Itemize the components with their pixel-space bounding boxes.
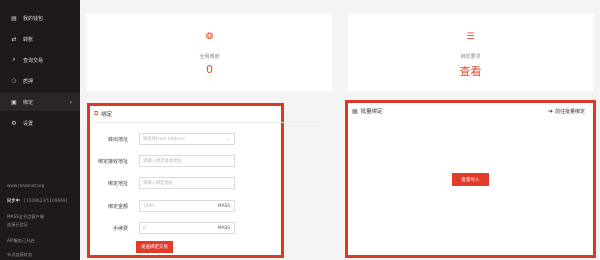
sidebar-item-transfer[interactable]: ⇄ 转账: [0, 30, 80, 48]
sidebar-item-settings[interactable]: ⚙ 设置: [0, 114, 80, 132]
sidebar-item-label: 转账: [23, 36, 34, 43]
node-info-line: 节点连接状态: [7, 252, 33, 257]
sync-status-label: 同步中: [7, 199, 20, 204]
bind-panel-header: ⧉ 绑定: [90, 106, 112, 122]
batch-bind-panel: ▦ 批量绑定 ➔ 前往批量绑定 批量导入: [345, 100, 596, 258]
sidebar-item-query[interactable]: ⌕ 查询交易: [0, 51, 80, 69]
from-address-select[interactable]: 请选择From Address ⌄: [139, 133, 235, 145]
chevron-down-icon: ⌄: [225, 136, 230, 142]
fee-label: 手续费: [112, 225, 128, 232]
difficulty-icon: ❂: [205, 32, 214, 42]
document-icon: ☰: [466, 32, 475, 42]
receive-address-input[interactable]: 请输入绑定接收地址: [139, 155, 235, 167]
node-info-line: MASS全节点客户端: [7, 214, 44, 219]
bind-amount-input[interactable]: 1000 MASS: [139, 200, 235, 212]
node-info-line: 连接已验证: [7, 222, 28, 227]
transfer-icon: ⇄: [11, 35, 17, 43]
receive-address-placeholder: 请输入绑定接收地址: [143, 159, 182, 164]
fee-placeholder: 0: [143, 225, 146, 231]
difficulty-value: 0: [206, 63, 213, 76]
wallet-icon: ▤: [11, 14, 17, 22]
from-address-label: 转出地址: [107, 136, 128, 143]
sidebar-item-label: 设置: [23, 120, 34, 127]
bind-panel-icon: ⧉: [94, 110, 99, 117]
from-address-placeholder: 请选择From Address: [143, 137, 186, 142]
arrow-right-circle-icon: ➔: [547, 108, 553, 115]
goto-batch-bind-label: 前往批量绑定: [554, 109, 585, 115]
binding-icon: ▣: [11, 98, 17, 106]
staking-icon: ⚆: [11, 77, 17, 85]
gear-icon: ⚙: [11, 119, 17, 127]
chevron-right-icon: ›: [69, 98, 72, 106]
bind-amount-unit: MASS: [217, 203, 230, 209]
sidebar-item-binding[interactable]: ▣ 绑定 ›: [0, 93, 80, 111]
goto-batch-bind-link[interactable]: ➔ 前往批量绑定: [548, 108, 585, 115]
binding-requirement-label: 绑定要求: [460, 54, 481, 60]
sidebar-item-label: 我的钱包: [23, 15, 44, 22]
view-requirement-link[interactable]: 查看: [348, 63, 593, 79]
batch-import-button[interactable]: 批量导入: [452, 173, 489, 186]
sidebar: ▤ 我的钱包 ⇄ 转账 ⌕ 查询交易 ⚆ 质押 ▣ 绑定 › ⚙ 设置 www.…: [0, 0, 80, 260]
sync-progress: [1109623/1109669]: [24, 199, 68, 204]
bind-panel: ⧉ 绑定 转出地址 请选择From Address ⌄ 绑定接收地址 请输入绑定…: [87, 103, 321, 258]
search-icon: ⌕: [12, 56, 16, 63]
sidebar-item-label: 查询交易: [23, 57, 44, 64]
bind-amount-placeholder: 1000: [143, 203, 154, 209]
receive-address-label: 绑定接收地址: [97, 158, 128, 165]
divider: [93, 122, 321, 123]
difficulty-card: ❂ 全网难度 0: [87, 14, 332, 91]
difficulty-label: 全网难度: [199, 54, 220, 60]
fee-unit: MASS: [217, 225, 230, 231]
batch-panel-header: ▦ 批量绑定: [348, 103, 383, 119]
website-link[interactable]: www.massnet.org: [7, 183, 44, 188]
fee-input[interactable]: 0 MASS: [139, 222, 235, 234]
sync-status: 同步中 [1109623/1109669]: [7, 198, 67, 204]
sidebar-item-label: 绑定: [23, 99, 34, 106]
bind-address-label: 绑定地址: [107, 180, 128, 187]
sidebar-item-staking[interactable]: ⚆ 质押: [0, 72, 80, 90]
sidebar-item-label: 质押: [23, 78, 34, 85]
grid-icon: ▦: [352, 107, 358, 115]
send-bind-transaction-button[interactable]: 发送绑定交易: [136, 241, 173, 253]
node-info-line: API服务已开启: [7, 238, 35, 243]
bind-address-placeholder: 请输入绑定地址: [143, 181, 174, 186]
binding-requirement-card: ☰ 绑定要求 查看: [348, 14, 593, 91]
bind-panel-title: 绑定: [101, 112, 113, 118]
bind-address-input[interactable]: 请输入绑定地址: [139, 177, 235, 189]
batch-panel-title: 批量绑定: [360, 109, 383, 115]
sidebar-item-wallet[interactable]: ▤ 我的钱包: [0, 9, 80, 27]
bind-amount-label: 绑定金额: [107, 203, 128, 210]
